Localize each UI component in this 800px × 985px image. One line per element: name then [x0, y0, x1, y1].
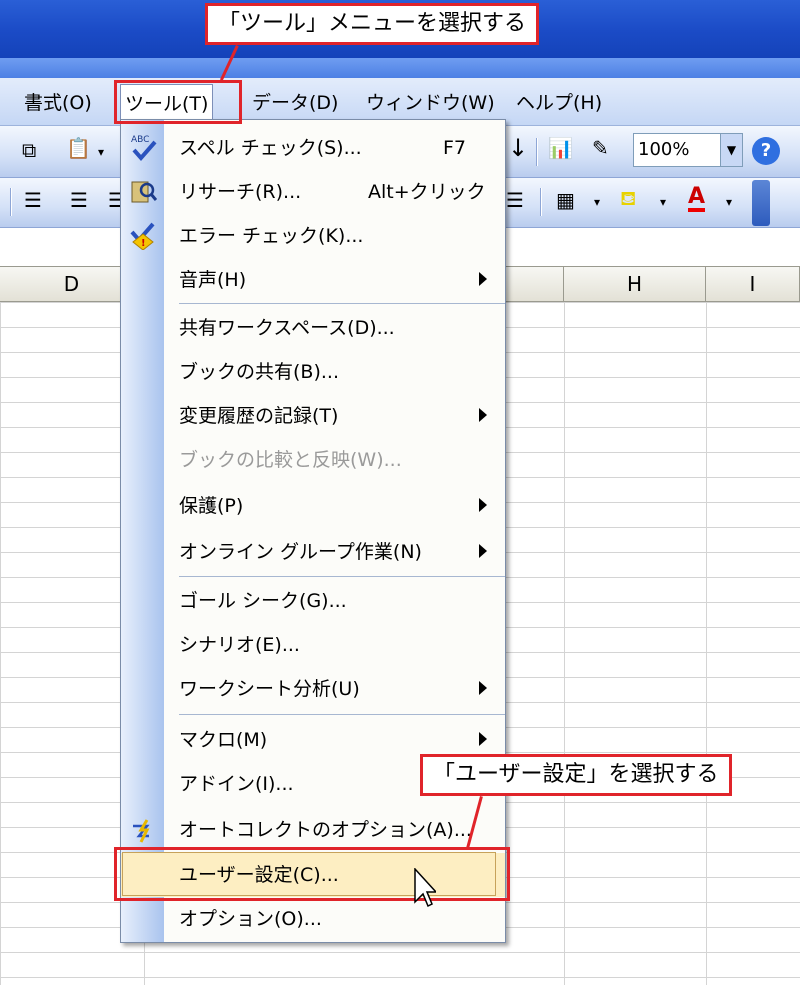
zoom-select[interactable]: 100% ▼ — [633, 133, 743, 167]
align-center-icon[interactable]: ☰ — [70, 190, 88, 210]
submenu-arrow-icon — [479, 498, 487, 512]
submenu-arrow-icon — [479, 544, 487, 558]
sort-descending-icon[interactable]: ↓ — [508, 136, 528, 160]
tools-menu-highlight-box — [114, 80, 242, 124]
help-icon[interactable]: ? — [752, 137, 780, 165]
menu-window[interactable]: ウィンドウ(W) — [366, 88, 495, 118]
menu-item-compare-merge: ブックの比較と反映(W)... — [179, 449, 402, 471]
submenu-arrow-icon — [479, 681, 487, 695]
tools-menu-dropdown: ABC スペル チェック(S)... F7 リサーチ(R)... Alt+クリッ… — [120, 119, 506, 943]
grid-line — [706, 302, 707, 985]
fill-color-icon[interactable]: ⛾ — [620, 188, 636, 208]
menu-help[interactable]: ヘルプ(H) — [516, 88, 602, 118]
fill-color-dropdown-icon[interactable]: ▾ — [660, 196, 666, 208]
menu-separator — [179, 576, 505, 578]
font-color-dropdown-icon[interactable]: ▾ — [726, 196, 732, 208]
menu-item-research[interactable]: リサーチ(R)... Alt+クリック — [121, 170, 505, 214]
toolbar-separator — [10, 188, 12, 216]
font-color-icon[interactable]: A — [688, 186, 706, 212]
menu-item-goal-seek[interactable]: ゴール シーク(G)... — [121, 579, 505, 623]
title-bar-lower-strip — [0, 58, 800, 78]
mouse-cursor-icon — [414, 868, 436, 908]
menu-separator — [179, 714, 505, 716]
toolbar-separator — [540, 188, 542, 216]
column-header-h[interactable]: H — [564, 266, 706, 302]
svg-text:ABC: ABC — [131, 135, 149, 145]
menu-item-shared-workspace[interactable]: 共有ワークスペース(D)... — [121, 306, 505, 350]
paste-dropdown-icon[interactable]: ▾ — [98, 146, 104, 158]
menu-item-autocorrect-options[interactable]: オートコレクトのオプション(A)... — [121, 808, 505, 852]
borders-dropdown-icon[interactable]: ▾ — [594, 196, 600, 208]
menu-item-options[interactable]: オプション(O)... — [121, 897, 505, 941]
menu-format[interactable]: 書式(O) — [24, 88, 92, 118]
paste-icon[interactable]: 📋 — [66, 138, 91, 158]
callout-select-customize: 「ユーザー設定」を選択する — [420, 754, 732, 796]
menu-item-error-check[interactable]: ! エラー チェック(K)... — [121, 214, 505, 258]
menu-item-track-changes[interactable]: 変更履歴の記録(T) — [121, 394, 505, 438]
toolbar-separator — [536, 138, 538, 166]
menu-item-share-workbook[interactable]: ブックの共有(B)... — [121, 350, 505, 394]
menu-item-spellcheck[interactable]: ABC スペル チェック(S)... F7 — [121, 126, 505, 170]
borders-icon[interactable]: ▦ — [556, 190, 575, 210]
research-icon — [131, 181, 157, 203]
grid-line — [564, 302, 565, 985]
toolbar-options-handle[interactable] — [752, 180, 770, 226]
callout-select-tools-menu: 「ツール」メニューを選択する — [205, 3, 540, 45]
zoom-dropdown-icon[interactable]: ▼ — [720, 134, 742, 166]
menu-item-scenarios[interactable]: シナリオ(E)... — [121, 623, 505, 667]
copy-icon[interactable]: ⧉ — [22, 140, 36, 160]
spellcheck-icon: ABC — [131, 135, 157, 162]
error-check-icon: ! — [130, 222, 155, 250]
menu-item-formula-auditing[interactable]: ワークシート分析(U) — [121, 667, 505, 711]
menu-item-speech[interactable]: 音声(H) — [121, 258, 505, 302]
submenu-arrow-icon — [479, 408, 487, 422]
svg-text:!: ! — [141, 238, 146, 249]
submenu-arrow-icon — [479, 732, 487, 746]
chart-wizard-icon[interactable]: 📊 — [548, 138, 573, 158]
submenu-arrow-icon — [479, 272, 487, 286]
autocorrect-icon — [133, 819, 150, 843]
menu-item-protection[interactable]: 保護(P) — [121, 484, 505, 528]
customize-highlight-box — [114, 847, 510, 901]
menu-separator — [179, 303, 505, 305]
increase-indent-icon[interactable]: ☰ — [506, 190, 524, 210]
menu-data[interactable]: データ(D) — [252, 88, 338, 118]
align-left-icon[interactable]: ☰ — [24, 190, 42, 210]
drawing-icon[interactable]: ✎ — [592, 138, 609, 158]
column-header-i[interactable]: I — [706, 266, 800, 302]
zoom-value: 100% — [638, 139, 690, 160]
menu-item-online-collaboration[interactable]: オンライン グループ作業(N) — [121, 530, 505, 574]
